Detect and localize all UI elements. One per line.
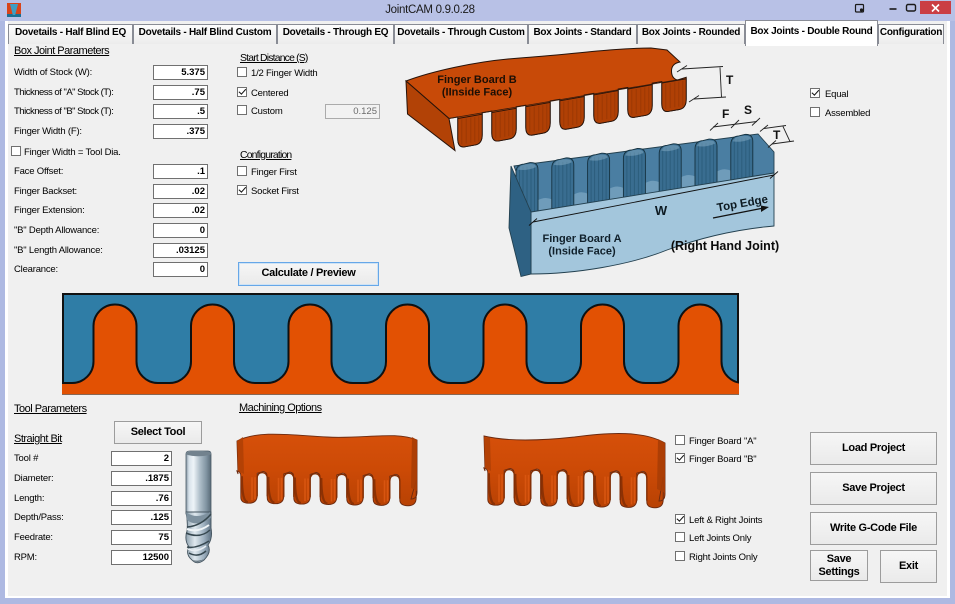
svg-text:S: S [744,103,752,117]
svg-text:T: T [726,73,734,87]
svg-text:Finger Board A: Finger Board A [542,233,621,245]
svg-text:Finger Board B: Finger Board B [437,74,517,86]
svg-text:T: T [773,128,781,142]
svg-text:W: W [655,203,668,218]
svg-text:F: F [722,107,729,121]
svg-text:(IInside Face): (IInside Face) [442,87,513,99]
svg-text:(Inside Face): (Inside Face) [548,246,616,258]
